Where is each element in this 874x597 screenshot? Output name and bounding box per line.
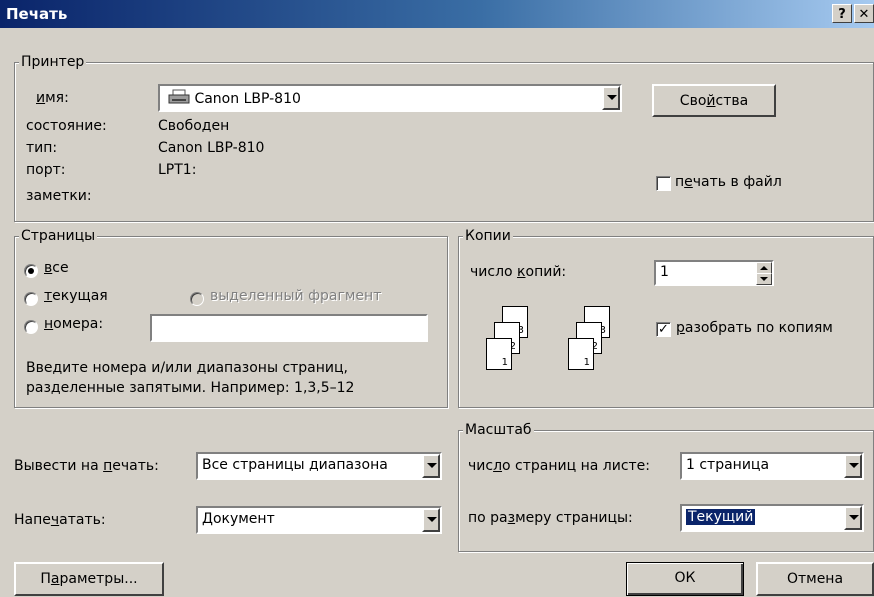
- pages-selection-radio: [190, 292, 204, 306]
- print-what-dropdown-button[interactable]: [422, 454, 440, 478]
- print-what-value: Все страницы диапазона: [202, 457, 388, 473]
- print-dropdown-button[interactable]: [422, 508, 440, 532]
- properties-button[interactable]: Свойства: [652, 84, 776, 117]
- print-label: Напечатать:: [14, 512, 106, 528]
- scale-value: Текущий: [684, 508, 757, 526]
- print-what-label: Вывести на печать:: [14, 458, 159, 474]
- cancel-button[interactable]: Отмена: [756, 562, 874, 596]
- ok-button[interactable]: ОК: [626, 562, 744, 596]
- notes-label: заметки:: [26, 188, 92, 204]
- collate-checkbox[interactable]: ✓: [656, 322, 671, 337]
- pages-all-label[interactable]: все: [44, 260, 69, 276]
- printer-name-value: Canon LBP-810: [168, 89, 301, 107]
- help-button[interactable]: ?: [832, 4, 852, 23]
- zoom-group: Масштаб: [458, 422, 874, 552]
- copies-group-label: Копии: [463, 228, 513, 245]
- copies-count-spinner[interactable]: 1: [654, 260, 774, 286]
- page-numbers-input[interactable]: [150, 314, 428, 342]
- printer-name-select[interactable]: Canon LBP-810: [158, 84, 622, 112]
- collate-page-1: 1: [486, 338, 512, 370]
- print-what-select[interactable]: Все страницы диапазона: [196, 452, 442, 480]
- pages-numbers-radio[interactable]: [24, 320, 38, 334]
- options-button[interactable]: Параметры...: [14, 562, 164, 596]
- copies-count-label: число копий:: [470, 264, 567, 280]
- pages-per-sheet-dropdown-button[interactable]: [844, 454, 862, 478]
- printer-icon: [168, 89, 190, 104]
- copies-down-button[interactable]: [756, 273, 772, 285]
- copies-count-value: 1: [660, 264, 669, 280]
- collate-page-1b: 1: [568, 338, 594, 370]
- scale-label: по размеру страницы:: [468, 510, 633, 526]
- pages-hint-line1: Введите номера и/или диапазоны страниц,: [26, 360, 348, 376]
- pages-per-sheet-label: число страниц на листе:: [468, 458, 651, 474]
- status-label: состояние:: [26, 118, 107, 134]
- type-value: Canon LBP-810: [158, 140, 265, 156]
- printer-group-label: Принтер: [19, 54, 87, 71]
- close-button[interactable]: ✕: [854, 4, 874, 23]
- printer-dropdown-button[interactable]: [602, 86, 620, 110]
- scale-dropdown-button[interactable]: [844, 506, 862, 530]
- pages-all-radio[interactable]: [24, 264, 38, 278]
- pages-per-sheet-value: 1 страница: [686, 457, 770, 473]
- pages-current-radio[interactable]: [24, 292, 38, 306]
- pages-group-label: Страницы: [19, 228, 98, 245]
- status-value: Свободен: [158, 118, 230, 134]
- pages-selection-label: выделенный фрагмент: [210, 288, 382, 304]
- scale-select[interactable]: Текущий: [680, 504, 864, 532]
- window-title: Печать: [6, 5, 68, 23]
- print-value: Документ: [202, 511, 275, 527]
- collate-label[interactable]: разобрать по копиям: [676, 320, 833, 336]
- pages-numbers-label[interactable]: номера:: [44, 316, 103, 332]
- title-bar: Печать ? ✕: [0, 0, 874, 28]
- pages-hint-line2: разделенные запятыми. Например: 1,3,5–12: [26, 380, 355, 396]
- pages-per-sheet-select[interactable]: 1 страница: [680, 452, 864, 480]
- pages-current-label[interactable]: текущая: [44, 288, 108, 304]
- print-to-file-label[interactable]: печать в файл: [675, 174, 782, 190]
- printer-name-label: имя:: [36, 90, 69, 106]
- type-label: тип:: [26, 140, 58, 156]
- port-label: порт:: [26, 162, 66, 178]
- print-select[interactable]: Документ: [196, 506, 442, 534]
- zoom-group-label: Масштаб: [463, 422, 534, 439]
- print-to-file-checkbox[interactable]: [656, 176, 671, 191]
- port-value: LPT1:: [158, 162, 197, 178]
